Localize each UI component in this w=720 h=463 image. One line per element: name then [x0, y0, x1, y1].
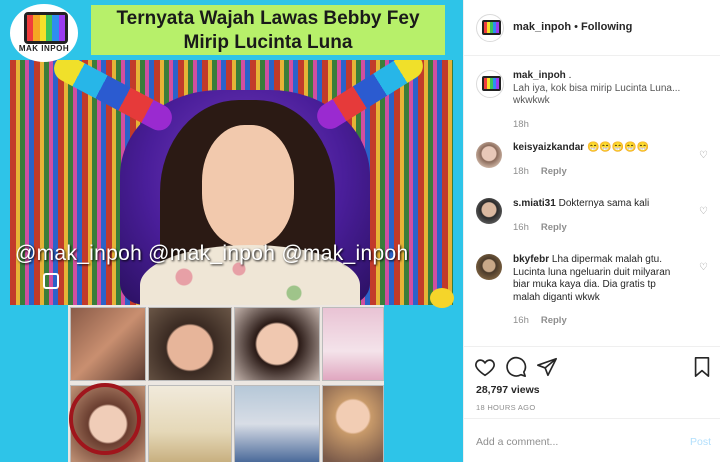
comment-item: s.miati31 Dokternya sama kali 16h Reply ♡: [476, 198, 716, 233]
caption-text: mak_inpoh .: [513, 70, 716, 83]
view-count[interactable]: 28,797 views: [476, 384, 540, 396]
comment-item: keisyaizkandar 😁😁😁😁😁 18h Reply ♡: [476, 142, 716, 177]
tv-icon: [482, 76, 501, 91]
party-horn-left: [49, 60, 177, 135]
like-comment-heart-icon[interactable]: ♡: [699, 262, 708, 273]
add-comment-bar: Add a comment... Post: [464, 418, 720, 463]
photo-collage: [68, 305, 384, 462]
comment-time[interactable]: 18h: [513, 166, 529, 177]
collage-photo: [148, 307, 232, 381]
avatar[interactable]: [476, 198, 502, 224]
like-comment-heart-icon[interactable]: ♡: [699, 150, 708, 161]
post-header: mak_inpoh • Following: [464, 0, 720, 56]
headline-line-1: Ternyata Wajah Lawas Bebby Fey: [116, 8, 420, 29]
mak-inpoh-logo: MAK INPOH: [10, 4, 78, 62]
bookmark-icon[interactable]: [691, 356, 713, 378]
avatar[interactable]: [476, 70, 504, 98]
comment-username[interactable]: s.miati31: [513, 198, 556, 209]
comment-username[interactable]: mak_inpoh: [513, 70, 566, 81]
headline-banner: Ternyata Wajah Lawas Bebby Fey Mirip Luc…: [91, 5, 445, 55]
tv-icon: [24, 12, 68, 44]
comment-list: mak_inpoh . Lah iya, kok bisa mirip Luci…: [464, 56, 720, 346]
highlight-circle: [69, 383, 141, 455]
logo-text: MAK INPOH: [18, 44, 70, 53]
avatar[interactable]: [476, 142, 502, 168]
action-bar: 28,797 views 18 HOURS AGO: [464, 346, 720, 418]
comment-username[interactable]: keisyaizkandar: [513, 142, 584, 153]
collage-photo: [322, 385, 384, 462]
header-username[interactable]: mak_inpoh: [513, 21, 571, 33]
decoration-dot: [430, 288, 454, 308]
comment-time[interactable]: 16h: [513, 222, 529, 233]
avatar[interactable]: [476, 254, 502, 280]
comment-text: .: [565, 70, 572, 81]
post-sidebar: mak_inpoh • Following mak_inpoh . Lah iy…: [463, 0, 720, 462]
collage-photo: [234, 307, 320, 381]
header-separator: •: [571, 21, 582, 33]
share-icon[interactable]: [536, 356, 558, 378]
comment-icon[interactable]: [505, 356, 527, 378]
caption-body: Lah iya, kok bisa mirip Lucinta Luna... …: [513, 82, 681, 107]
avatar[interactable]: [476, 14, 504, 42]
tv-icon: [482, 20, 501, 35]
party-horn-right: [312, 60, 428, 134]
heart-icon[interactable]: [474, 356, 496, 378]
video-frame: @mak_inpoh @mak_inpoh @mak_inpoh: [10, 60, 453, 305]
post-button[interactable]: Post: [690, 436, 711, 448]
comment-text: 😁😁😁😁😁: [584, 142, 650, 153]
instagram-icon: [43, 273, 59, 289]
reply-button[interactable]: Reply: [541, 222, 567, 233]
comment-username[interactable]: bkyfebr: [513, 254, 549, 265]
woman-face: [202, 125, 294, 247]
comment-time[interactable]: 16h: [513, 315, 529, 326]
headline-line-2: Mirip Lucinta Luna: [183, 32, 353, 53]
post-timestamp[interactable]: 18 HOURS AGO: [476, 403, 535, 412]
collage-photo: [70, 307, 146, 381]
add-comment-input[interactable]: Add a comment...: [476, 436, 558, 448]
comment-text: Dokternya sama kali: [555, 198, 650, 209]
collage-photo: [234, 385, 320, 462]
reply-button[interactable]: Reply: [541, 315, 567, 326]
collage-photo: [148, 385, 232, 462]
caption: mak_inpoh . Lah iya, kok bisa mirip Luci…: [476, 70, 716, 130]
watermark-text: @mak_inpoh @mak_inpoh @mak_inpoh: [15, 242, 409, 265]
post-media[interactable]: @mak_inpoh @mak_inpoh @mak_inpoh MAK INP…: [0, 0, 463, 462]
like-comment-heart-icon[interactable]: ♡: [699, 206, 708, 217]
following-button[interactable]: Following: [581, 21, 632, 33]
comment-item: bkyfebr Lha dipermak malah gtu. Lucinta …: [476, 254, 716, 326]
header-username-line: mak_inpoh • Following: [513, 21, 632, 33]
reply-button[interactable]: Reply: [541, 166, 567, 177]
comment-time[interactable]: 18h: [513, 119, 716, 130]
collage-photo: [322, 307, 384, 381]
